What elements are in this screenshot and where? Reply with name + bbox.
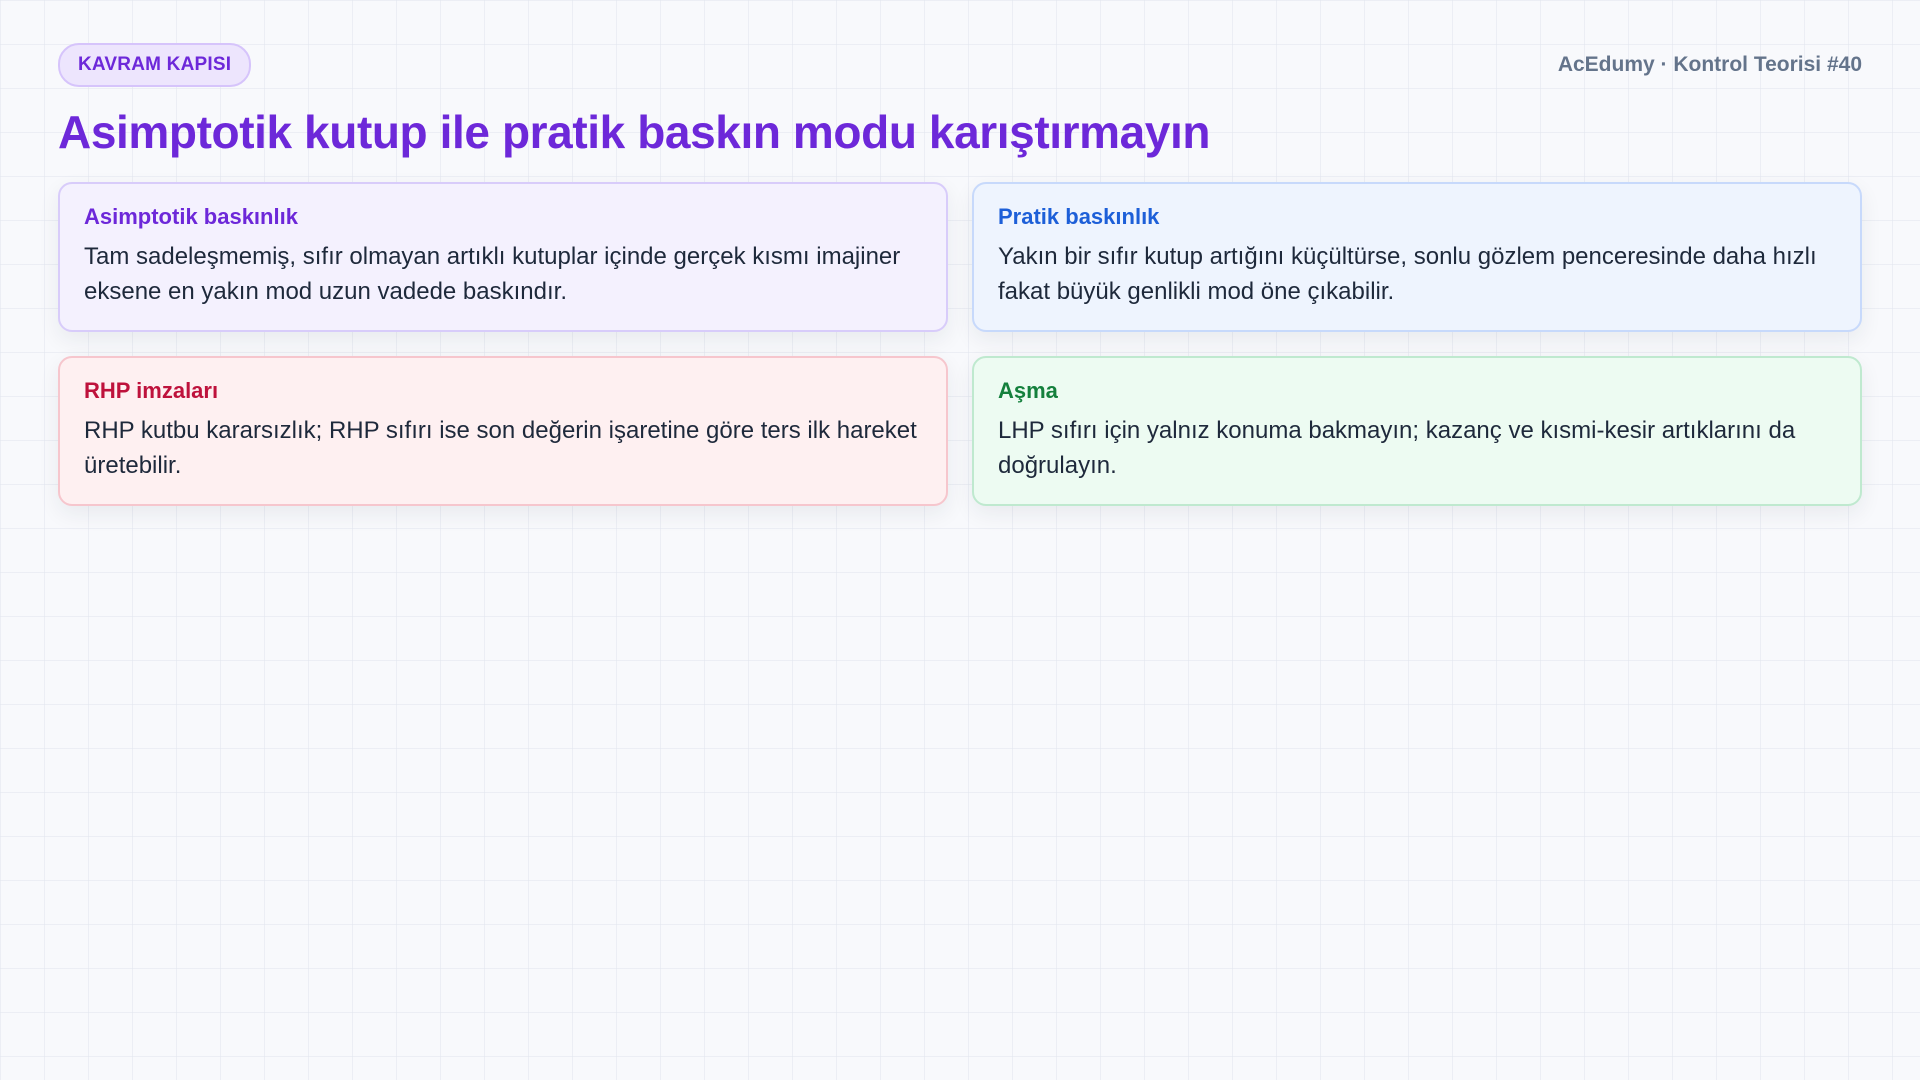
card-heading: Aşma: [998, 377, 1058, 403]
card-body: LHP sıfırı için yalnız konuma bakmayın; …: [998, 417, 1796, 480]
series-label: AcEdumy · Kontrol Teorisi #40: [1557, 53, 1862, 76]
card-practical-dominance: Pratik baskınlık Yakın bir sıfır kutup a…: [972, 181, 1862, 332]
category-badge: KAVRAM KAPISI: [58, 43, 252, 87]
card-heading: RHP imzaları: [84, 377, 219, 403]
card-body: Yakın bir sıfır kutup artığını küçültürs…: [998, 243, 1817, 306]
slide-title: Asimptotik kutup ile pratik baskın modu …: [58, 106, 1211, 158]
card-heading: Asimptotik baskınlık: [84, 203, 298, 229]
slide: KAVRAM KAPISI AcEdumy · Kontrol Teorisi …: [58, 43, 1862, 506]
card-heading: Pratik baskınlık: [998, 203, 1160, 229]
card-rhp-signatures: RHP imzaları RHP kutbu kararsızlık; RHP …: [58, 355, 948, 506]
card-body: RHP kutbu kararsızlık; RHP sıfırı ise so…: [84, 417, 917, 480]
top-bar: KAVRAM KAPISI AcEdumy · Kontrol Teorisi …: [58, 43, 1862, 87]
card-body: Tam sadeleşmemiş, sıfır olmayan artıklı …: [84, 243, 901, 306]
card-grid: Asimptotik baskınlık Tam sadeleşmemiş, s…: [58, 181, 1862, 506]
card-asymptotic-dominance: Asimptotik baskınlık Tam sadeleşmemiş, s…: [58, 181, 948, 332]
card-overshoot: Aşma LHP sıfırı için yalnız konuma bakma…: [972, 355, 1862, 506]
